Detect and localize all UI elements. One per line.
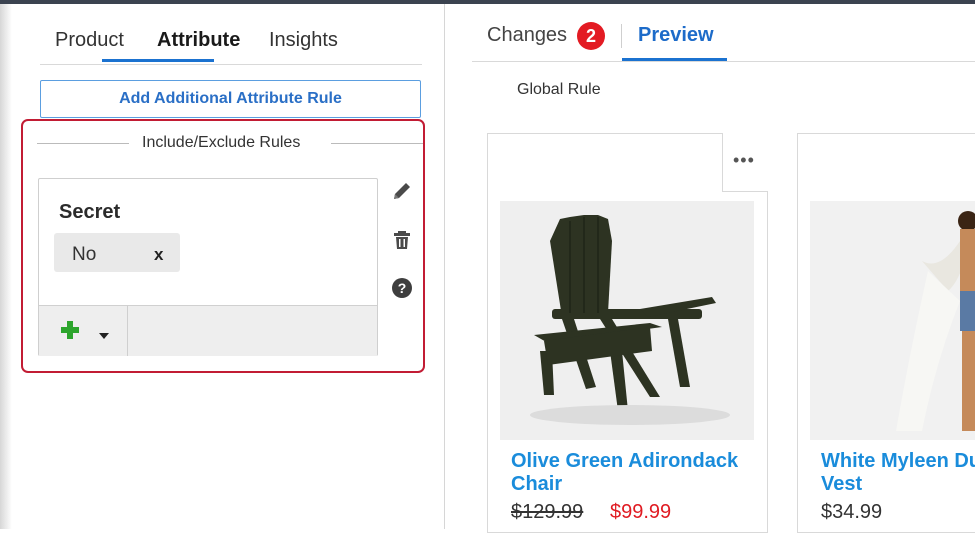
tab-preview[interactable]: Preview (638, 23, 714, 47)
pencil-icon[interactable] (391, 180, 413, 202)
tab-changes[interactable]: Changes (487, 23, 567, 47)
product-price: $34.99 (821, 501, 883, 523)
tab-product[interactable]: Product (55, 28, 124, 62)
sale-price: $99.99 (610, 501, 672, 523)
product-title-link[interactable]: White Myleen Du Vest (821, 450, 975, 496)
product-image-vest[interactable] (810, 201, 975, 440)
ellipsis-icon: ••• (733, 150, 755, 170)
chevron-down-icon[interactable] (98, 327, 110, 339)
tab-insights[interactable]: Insights (269, 28, 338, 62)
section-title-line-left (37, 143, 129, 144)
tab-attribute[interactable]: Attribute (157, 28, 240, 62)
product-title-line2: Vest (821, 473, 863, 495)
product-title-line1: White Myleen Du (821, 450, 975, 472)
product-title-link[interactable]: Olive Green Adirondack Chair (511, 450, 751, 496)
trash-icon[interactable] (391, 229, 413, 251)
rule-attribute-name: Secret (59, 201, 121, 223)
section-title-line-right (331, 143, 423, 144)
svg-text:?: ? (398, 280, 407, 296)
active-tab-indicator-preview (622, 58, 727, 61)
add-value-plus-icon[interactable] (58, 318, 82, 342)
remove-value-button[interactable]: x (154, 244, 163, 266)
rule-value-label: No (72, 244, 97, 265)
product-image-chair[interactable] (500, 201, 754, 440)
original-price: $129.99 (511, 501, 584, 523)
changes-count-badge: 2 (577, 22, 605, 50)
add-attribute-rule-button[interactable]: Add Additional Attribute Rule (40, 80, 421, 118)
tab-separator (621, 24, 622, 48)
left-panel-shadow (0, 4, 12, 529)
help-icon[interactable]: ? (391, 277, 413, 299)
rule-card-footer (39, 305, 377, 356)
footer-separator (127, 305, 128, 356)
global-rule-label: Global Rule (517, 81, 601, 98)
left-tab-bar: Product Attribute Insights (40, 28, 422, 65)
include-exclude-title: Include/Exclude Rules (142, 134, 301, 151)
active-tab-indicator (102, 59, 214, 62)
